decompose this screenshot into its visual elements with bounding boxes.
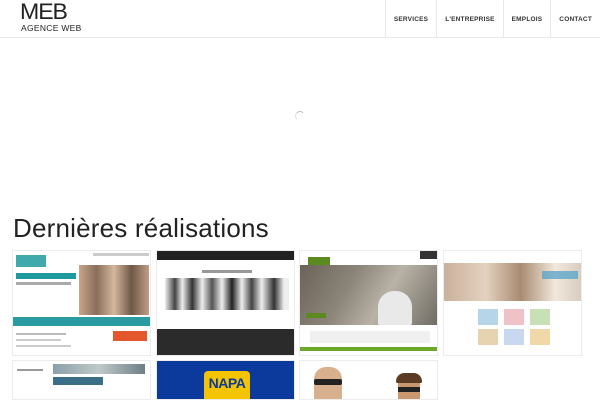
thumb-heading-block bbox=[16, 273, 76, 279]
loading-spinner-icon bbox=[295, 111, 305, 121]
thumb-nav-bar bbox=[420, 251, 437, 259]
thumb-sunglasses bbox=[398, 387, 420, 392]
thumb-photo bbox=[444, 263, 581, 301]
thumb-green-stripe bbox=[300, 347, 437, 351]
thumb-silhouette bbox=[378, 291, 412, 325]
thumb-banner bbox=[13, 317, 150, 326]
thumb-card bbox=[530, 329, 550, 345]
logo[interactable]: MEB AGENCE WEB bbox=[20, 0, 84, 34]
thumb-caption bbox=[202, 270, 252, 273]
nav-item-entreprise[interactable]: L'ENTREPRISE bbox=[436, 0, 502, 38]
portfolio-item-sunglasses[interactable] bbox=[299, 360, 438, 400]
thumb-logo-block bbox=[16, 255, 46, 267]
thumb-footer-text bbox=[16, 333, 66, 335]
thumb-card bbox=[504, 309, 524, 325]
thumb-sunglasses bbox=[314, 379, 342, 385]
thumb-logo-block bbox=[308, 257, 330, 265]
thumb-nav-bar bbox=[93, 253, 149, 256]
thumb-button bbox=[113, 331, 147, 341]
portfolio-item-canico[interactable] bbox=[12, 250, 151, 356]
thumb-card bbox=[504, 329, 524, 345]
thumb-photo bbox=[79, 265, 149, 315]
logo-text: MEB bbox=[20, 0, 68, 24]
thumb-content-block bbox=[310, 331, 430, 343]
portfolio-item-family[interactable] bbox=[443, 250, 582, 356]
thumb-header-bar bbox=[157, 251, 294, 260]
main-nav: SERVICES L'ENTREPRISE EMPLOIS CONTACT bbox=[384, 0, 600, 38]
nav-item-emplois[interactable]: EMPLOIS bbox=[502, 0, 551, 38]
thumb-heading-block bbox=[542, 271, 578, 279]
thumb-card bbox=[478, 309, 498, 325]
site-header: MEB AGENCE WEB SERVICES L'ENTREPRISE EMP… bbox=[0, 0, 600, 38]
section-title: Dernières réalisations bbox=[13, 213, 269, 243]
thumb-text-block bbox=[16, 282, 71, 285]
thumb-green-bar bbox=[306, 313, 326, 318]
portfolio-item-napa[interactable]: NAPA bbox=[156, 360, 295, 400]
thumb-hat bbox=[396, 373, 422, 383]
portfolio-item-art[interactable] bbox=[12, 360, 151, 400]
thumb-footer-text bbox=[16, 339, 61, 341]
napa-logo-text: NAPA bbox=[208, 375, 246, 391]
thumb-logo-block bbox=[17, 369, 43, 393]
thumb-team-photo bbox=[165, 278, 289, 310]
thumb-footer-text bbox=[16, 345, 71, 347]
nav-item-services[interactable]: SERVICES bbox=[384, 0, 436, 38]
thumb-card bbox=[478, 329, 498, 345]
thumb-dark-footer bbox=[157, 329, 294, 355]
nav-item-contact[interactable]: CONTACT bbox=[550, 0, 600, 38]
thumb-banner bbox=[53, 364, 145, 374]
portfolio-item-bouzo[interactable] bbox=[156, 250, 295, 356]
logo-subtitle: AGENCE WEB bbox=[21, 23, 82, 33]
portfolio-item-rico[interactable] bbox=[299, 250, 438, 356]
thumb-card bbox=[530, 309, 550, 325]
napa-logo: NAPA bbox=[204, 371, 250, 399]
thumb-banner bbox=[53, 377, 103, 385]
